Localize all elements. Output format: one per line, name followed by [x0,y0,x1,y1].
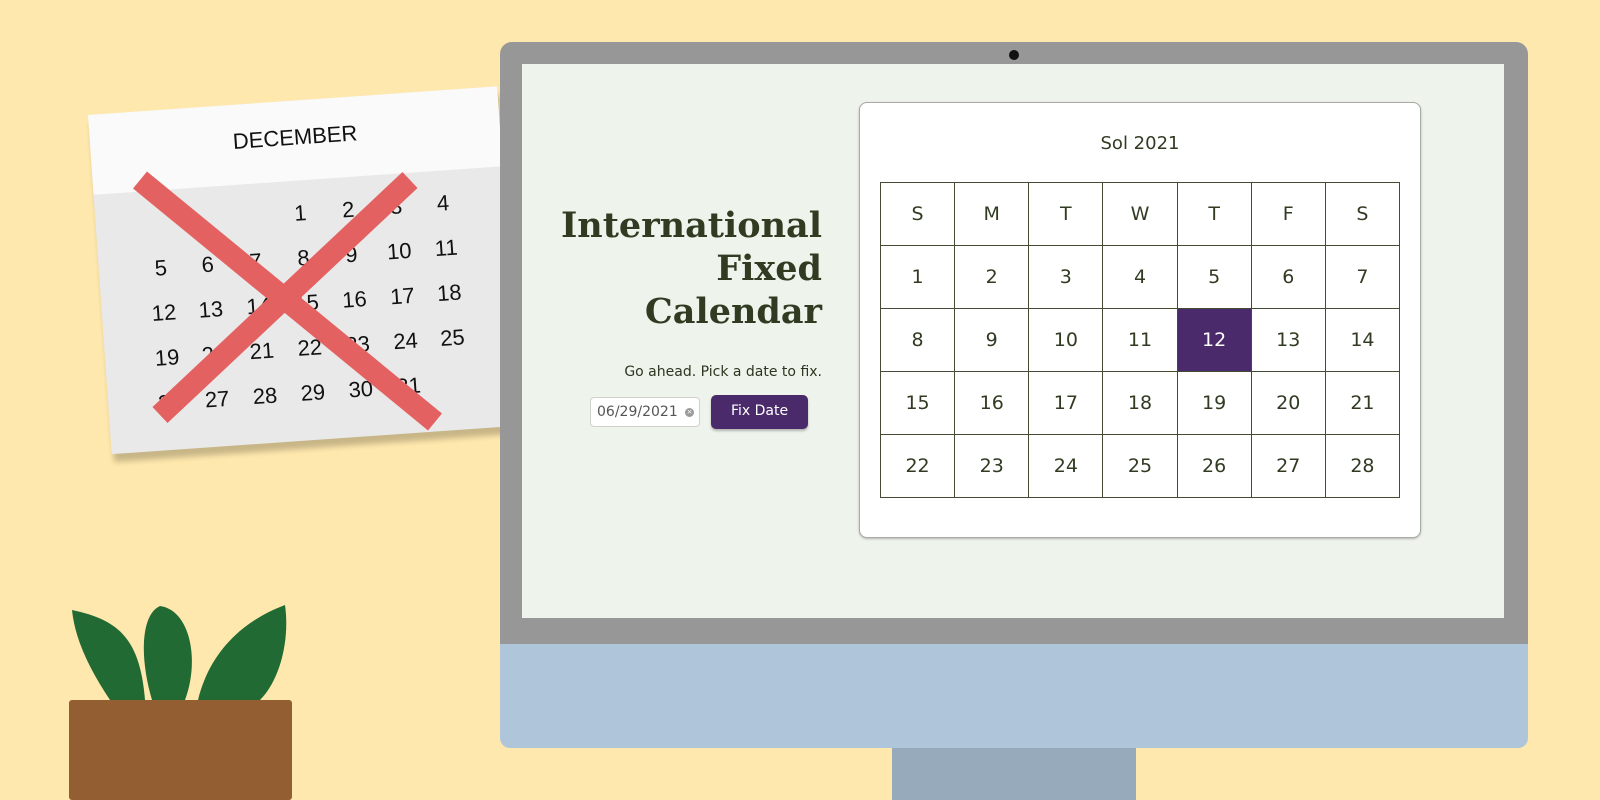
day-cell[interactable]: 25 [1102,434,1178,498]
weekday-header: S [879,182,956,246]
camera-icon [1009,50,1019,60]
monitor-chin [500,644,1528,748]
app-screen: International Fixed Calendar Go ahead. P… [522,64,1504,618]
date-month[interactable]: 06 [597,404,615,420]
day-cell[interactable]: 15 [879,371,956,435]
potted-plant-illustration [69,605,292,800]
prompt-text: Go ahead. Pick a date to fix. [624,364,822,380]
weekday-header: S [1324,182,1401,246]
day-cell[interactable]: 3 [1028,245,1104,309]
day-cell[interactable]: 8 [879,308,956,372]
clear-icon[interactable]: × [685,408,694,417]
day-cell[interactable]: 4 [1102,245,1178,309]
calendar-grid: S M T W T F S 1 2 3 4 5 6 7 8 9 10 11 12 13 14 15 16 17 18 19 20 21… [879,182,1401,498]
day-cell[interactable]: 24 [1028,434,1104,498]
monitor: International Fixed Calendar Go ahead. P… [500,42,1528,748]
day-cell[interactable]: 7 [1324,245,1401,309]
date-year[interactable]: 2021 [642,404,678,420]
day-cell[interactable]: 20 [1250,371,1326,435]
weekday-header-row: SMTWTFS [879,182,1401,246]
day-cell[interactable]: 9 [954,308,1030,372]
title-line: International [560,205,822,246]
day-cell[interactable]: 1 [879,245,956,309]
title-line: Fixed [716,248,822,289]
weekday-header: F [1250,182,1326,246]
calendar-title: Sol 2021 [1100,133,1180,154]
day-cell[interactable]: 22 [879,434,956,498]
day-cell[interactable]: 17 [1028,371,1104,435]
calendar-card: Sol 2021 S M T W T F S 1 2 3 4 5 6 7 8 9 10 11 12 13 14 15 16 1… [859,102,1421,538]
paper-calendar-month: DECEMBER [231,120,359,154]
selected-day-cell[interactable]: 12 [1176,308,1252,372]
date-day[interactable]: 29 [620,404,638,420]
day-cell[interactable]: 6 [1250,245,1326,309]
weekday-header: T [1176,182,1252,246]
day-cell[interactable]: 14 [1324,308,1401,372]
title-line: Calendar [644,291,822,332]
day-cell[interactable]: 10 [1028,308,1104,372]
monitor-stand [892,748,1136,800]
day-cell[interactable]: 16 [954,371,1030,435]
day-cell[interactable]: 19 [1176,371,1252,435]
day-cell[interactable]: 13 [1250,308,1326,372]
page-title: International Fixed Calendar [542,204,822,333]
day-cell[interactable]: 27 [1250,434,1326,498]
weekday-header: W [1102,182,1178,246]
day-cell[interactable]: 18 [1102,371,1178,435]
cross-out-icon [133,171,442,431]
weekday-header: T [1028,182,1104,246]
day-cell[interactable]: 2 [954,245,1030,309]
day-cell[interactable]: 28 [1324,434,1401,498]
fix-date-button[interactable]: Fix Date [711,395,808,429]
week-row: 15 16 17 18 19 20 21 [879,371,1401,435]
day-cell[interactable]: 26 [1176,434,1252,498]
monitor-bezel: International Fixed Calendar Go ahead. P… [500,42,1528,644]
day-cell[interactable]: 5 [1176,245,1252,309]
weekday-header: M [954,182,1030,246]
day-cell[interactable]: 21 [1324,371,1401,435]
week-row: 22 23 24 25 26 27 28 [879,434,1401,498]
week-row: 1234567 [879,245,1401,309]
week-row: 8 9 10 11 12 13 14 [879,308,1401,372]
day-cell[interactable]: 23 [954,434,1030,498]
date-input[interactable]: 06/29/2021 × [590,397,700,427]
day-cell[interactable]: 11 [1102,308,1178,372]
